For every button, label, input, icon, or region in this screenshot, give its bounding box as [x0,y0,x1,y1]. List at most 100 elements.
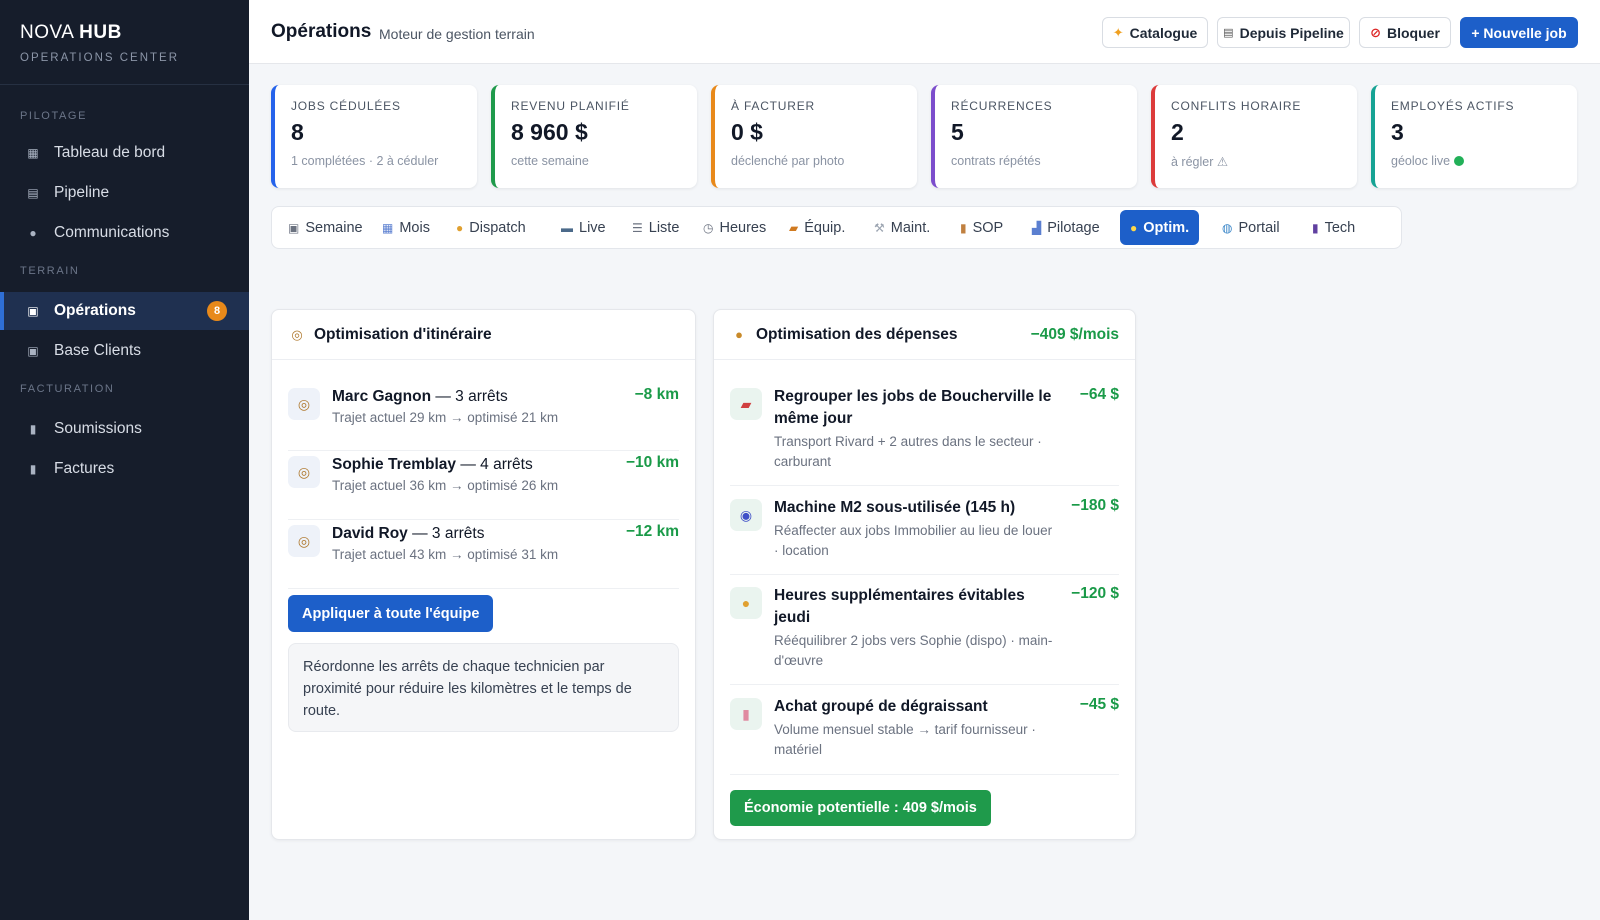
tab-live[interactable]: ▬ Live [551,210,616,245]
tab-tech[interactable]: ▮ Tech [1302,210,1365,245]
technician-name: Sophie Tremblay [332,456,457,473]
tab-pilotage[interactable]: ▟ Pilotage [1022,210,1110,245]
potential-savings-button[interactable]: Économie potentielle : 409 $/mois [730,790,991,826]
row-description: Transport Rivard + 2 autres dans le sect… [774,434,1042,469]
panel-header: ◎ Optimisation d'itinéraire [272,310,695,360]
info-note: Réordonne les arrêts de chaque technicie… [288,643,679,732]
block-button[interactable]: ⊘ Bloquer [1359,17,1451,48]
sidebar-item-pipeline[interactable]: ▤ Pipeline [0,174,249,212]
row-value: −45 $ [1079,696,1119,713]
nav-section-pilotage: PILOTAGE [20,110,87,122]
kpi-card-active-employees: EMPLOYÉS ACTIFS 3 géoloc live [1371,85,1577,188]
tab-dispatch[interactable]: ● Dispatch [446,210,536,245]
tab-label: Live [579,219,606,236]
sidebar-item-operations[interactable]: ▣ Opérations 8 [0,292,249,330]
row-description: Volume mensuel stable → tarif fournisseu… [774,722,1036,757]
sidebar-item-factures[interactable]: ▮ Factures [0,450,249,488]
kpi-value: 3 [1391,119,1404,145]
tab-label: Tech [1324,219,1356,236]
clipboard-icon: ▮ [960,220,967,235]
nav-section-terrain: TERRAIN [20,265,80,277]
tab-label: Équip. [804,219,846,236]
tab-sop[interactable]: ▮ SOP [950,210,1013,245]
tab-liste[interactable]: ☰ Liste [622,210,689,245]
wrench-icon: ⚒ [874,220,885,235]
sidebar-item-soumissions[interactable]: ▮ Soumissions [0,410,249,448]
globe-icon: ◍ [1222,220,1233,235]
tab-mois[interactable]: ▦ Mois [372,210,440,245]
panel-header: ● Optimisation des dépenses −409 $/mois [714,310,1135,360]
kpi-label: REVENU PLANIFIÉ [511,99,630,113]
tab-maint[interactable]: ⚒ Maint. [864,210,940,245]
stops-count: — 3 arrêts [412,525,485,542]
panel-title: Optimisation d'itinéraire [314,325,492,343]
tab-label: Portail [1238,219,1280,236]
technician-name: David Roy [332,525,408,542]
live-status-dot-icon [1454,156,1465,166]
row-title: Machine M2 sous-utilisée (145 h) [774,499,1016,516]
tab-heures[interactable]: ◷ Heures [693,210,776,245]
kpi-sub: 1 complétées · 2 à céduler [291,154,439,168]
page-subtitle: Moteur de gestion terrain [379,26,535,42]
kpi-card-jobs: JOBS CÉDULÉES 8 1 complétées · 2 à cédul… [271,85,477,188]
kpi-card-to-invoice: À FACTURER 0 $ déclenché par photo [711,85,917,188]
expense-optimization-panel: ● Optimisation des dépenses −409 $/mois … [713,309,1136,840]
tab-label: Semaine [305,219,363,236]
sidebar-item-label: Opérations [54,302,136,319]
row-value: −180 $ [1071,497,1119,514]
catalogue-button-label: Catalogue [1129,24,1198,41]
tab-label: Optim. [1143,219,1190,236]
row-value: −10 km [625,454,679,471]
row-title: Marc Gagnon — 3 arrêts [332,386,508,408]
cyclone-icon: ◉ [730,499,762,531]
list-item: ▮ Achat groupé de dégraissant Volume men… [730,696,1119,775]
kpi-label: À FACTURER [731,99,816,113]
stops-count: — 4 arrêts [460,456,533,473]
tab-label: Mois [399,219,430,236]
kpi-label: JOBS CÉDULÉES [291,99,401,113]
sidebar-item-tableau-de-bord[interactable]: ▦ Tableau de bord [0,134,249,172]
row-title: Heures supplémentaires évitables jeudi [774,587,1025,626]
kpi-card-revenue: REVENU PLANIFIÉ 8 960 $ cette semaine [491,85,697,188]
grid-icon: ▦ [27,146,39,160]
tab-optim[interactable]: ● Optim. [1120,210,1200,245]
page-title: Opérations [271,21,372,42]
kpi-label: CONFLITS HORAIRE [1171,99,1302,113]
invoice-icon: ▮ [29,462,37,476]
apply-to-team-button[interactable]: Appliquer à toute l'équipe [288,595,494,632]
tab-label: Liste [648,219,680,236]
kpi-value: 2 [1171,119,1184,145]
tab-label: Heures [719,219,767,236]
tab-semaine[interactable]: ▣ Semaine [278,210,373,245]
lightbulb-icon: ● [1130,220,1138,235]
row-title: Sophie Tremblay — 4 arrêts [332,454,533,476]
list-icon: ☰ [632,220,643,235]
list-item: ◎ Marc Gagnon — 3 arrêts Trajet actuel 2… [288,386,679,451]
sidebar-item-label: Communications [54,224,170,241]
tab-portail[interactable]: ◍ Portail [1212,210,1290,245]
from-pipeline-button[interactable]: ▤ Depuis Pipeline [1217,17,1350,48]
chat-bubble-icon: ● [29,226,37,240]
new-job-button[interactable]: + Nouvelle job [1460,17,1578,48]
document-icon: ▮ [29,422,37,436]
row-title: David Roy — 3 arrêts [332,523,484,545]
sidebar-item-base-clients[interactable]: ▣ Base Clients [0,332,249,370]
sparkle-icon: ✦ [1112,24,1124,40]
row-description: Trajet actuel 43 km → optimisé 31 km [332,547,559,562]
row-description: Réaffecter aux jobs Immobilier au lieu d… [774,523,1053,558]
kpi-card-conflicts: CONFLITS HORAIRE 2 à régler ⚠ [1151,85,1357,188]
truck-icon: ▰ [789,220,799,235]
car-icon: ▰ [730,388,762,420]
tab-equip[interactable]: ▰ Équip. [779,210,855,245]
sidebar-item-label: Tableau de bord [54,144,166,161]
compass-icon: ◎ [288,525,320,557]
catalogue-button[interactable]: ✦ Catalogue [1102,17,1208,48]
sidebar-item-communications[interactable]: ● Communications [0,214,249,252]
chart-icon: ▟ [1032,220,1042,235]
kpi-label: RÉCURRENCES [951,99,1053,113]
clock-icon: ◷ [703,220,714,235]
kpi-sub: cette semaine [511,154,589,168]
bottle-icon: ▮ [730,698,762,730]
list-icon: ▤ [1223,27,1234,39]
kpi-sub-text: géoloc live [1391,154,1451,168]
